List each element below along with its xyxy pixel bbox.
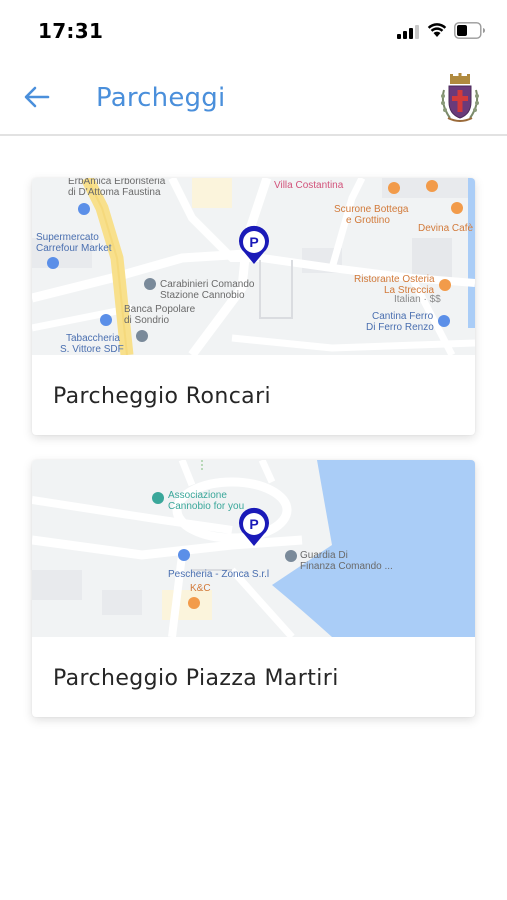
shop-poi-icon [438,315,450,327]
map-label-associazione: Associazione [168,490,227,501]
municipal-crest-icon [441,73,479,122]
map-label-finanza: Finanza Comando ... [300,561,393,572]
map-label-banca: Banca Popolare [124,304,196,315]
map-label-tabaccheria: Tabaccheria [66,333,120,344]
restaurant-poi-icon [188,597,200,609]
restaurant-poi-icon [426,180,438,192]
map-label-osteria: Ristorante Osteria [354,274,435,285]
map-label-grottino: e Grottino [346,215,390,226]
parking-name: Parcheggio Roncari [53,384,272,409]
map-label-guardia: Guardia Di [300,550,348,561]
cellular-signal-icon [397,25,419,39]
back-arrow-icon[interactable] [22,82,52,112]
cafe-poi-icon [451,202,463,214]
map-label-carabinieri: Carabinieri Comando [160,279,255,290]
shop-poi-icon [178,549,190,561]
map-label-cannobio-you: Cannobio for you [168,501,244,512]
svg-text:P: P [249,516,258,532]
map-label-vittore: S. Vittore SDF [60,344,124,355]
parking-map-piazza-martiri[interactable]: Associazione Cannobio for you Guardia Di… [32,460,475,637]
map-label-supermercato: Supermercato [36,232,99,243]
cart-poi-icon [47,257,59,269]
map-label-carrefour: Carrefour Market [36,243,112,254]
community-poi-icon [152,492,164,504]
map-label-ferro-renzo: Di Ferro Renzo [366,322,434,333]
status-time: 17:31 [38,19,104,43]
restaurant-poi-icon [439,279,451,291]
parking-card-piazza-martiri[interactable]: Associazione Cannobio for you Guardia Di… [32,460,475,717]
map-label-italian: Italian · $$ [394,294,441,305]
map-label-cantina: Cantina Ferro [372,311,434,322]
government-poi-icon [285,550,297,562]
parking-card-roncari[interactable]: ErbAmica Erboristeria di D'Attoma Fausti… [32,178,475,435]
app-header: Parcheggi [0,62,507,136]
police-poi-icon [144,278,156,290]
shop-poi-icon [100,314,112,326]
page-title: Parcheggi [96,83,226,113]
parking-name: Parcheggio Piazza Martiri [53,666,339,691]
map-label-erbamica: ErbAmica Erboristeria [68,178,166,187]
map-label-attoma: di D'Attoma Faustina [68,187,161,198]
bank-poi-icon [136,330,148,342]
map-label-devina: Devina Cafè [418,223,473,234]
battery-icon [454,22,485,39]
svg-text:P: P [249,234,258,250]
map-label-pescheria: Pescheria - Zonca S.r.l [168,569,269,580]
parking-map-roncari[interactable]: ErbAmica Erboristeria di D'Attoma Fausti… [32,178,475,355]
map-label-villa: Villa Costantina [274,180,344,191]
map-label-kc: K&C [190,583,211,594]
map-label-scurone: Scurone Bottega [334,204,409,215]
restaurant-poi-icon [388,182,400,194]
wifi-icon [427,23,447,37]
map-label-sondrio: di Sondrio [124,315,169,326]
map-label-stazione: Stazione Cannobio [160,290,245,301]
status-bar: 17:31 [0,0,507,62]
shop-poi-icon [78,203,90,215]
